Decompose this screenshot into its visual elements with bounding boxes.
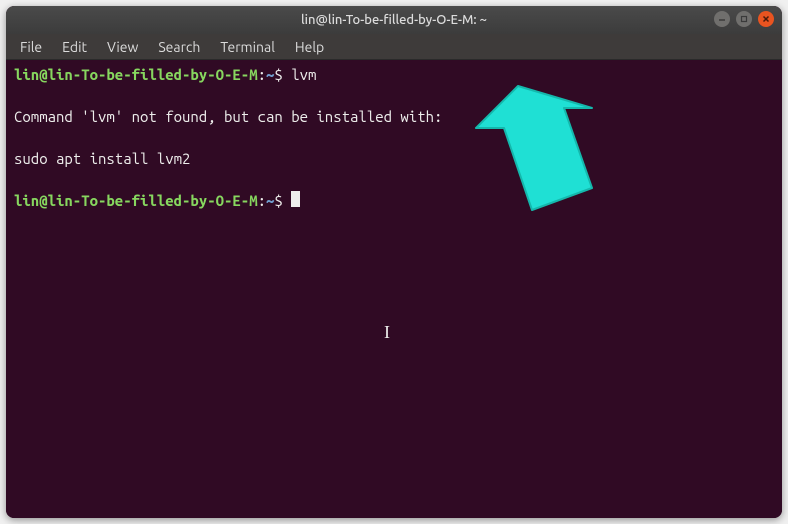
maximize-icon xyxy=(739,14,749,24)
titlebar: lin@lin-To-be-filled-by-O-E-M: ~ xyxy=(6,6,782,34)
menubar: File Edit View Search Terminal Help xyxy=(6,34,782,60)
cursor-icon xyxy=(291,191,300,207)
window-controls xyxy=(714,11,774,27)
close-button[interactable] xyxy=(758,11,774,27)
maximize-button[interactable] xyxy=(736,11,752,27)
output-line-2: sudo apt install lvm2 xyxy=(14,148,774,169)
menu-view[interactable]: View xyxy=(97,35,148,59)
menu-edit[interactable]: Edit xyxy=(52,35,97,59)
minimize-button[interactable] xyxy=(714,11,730,27)
blank-line xyxy=(14,85,774,106)
window-title: lin@lin-To-be-filled-by-O-E-M: ~ xyxy=(301,13,487,27)
prompt-symbol: $ xyxy=(274,192,282,209)
prompt-user-host: lin@lin-To-be-filled-by-O-E-M xyxy=(14,192,258,209)
prompt-symbol: $ xyxy=(274,66,282,83)
menu-help[interactable]: Help xyxy=(285,35,334,59)
prompt-user-host: lin@lin-To-be-filled-by-O-E-M xyxy=(14,66,258,83)
output-line-1: Command 'lvm' not found, but can be inst… xyxy=(14,106,774,127)
menu-search[interactable]: Search xyxy=(148,35,210,59)
terminal-content[interactable]: lin@lin-To-be-filled-by-O-E-M:~$ lvm Com… xyxy=(6,60,782,518)
text-caret-icon: I xyxy=(384,322,390,343)
close-icon xyxy=(761,14,771,24)
prompt-line-2: lin@lin-To-be-filled-by-O-E-M:~$ xyxy=(14,190,774,211)
terminal-window: lin@lin-To-be-filled-by-O-E-M: ~ File Ed… xyxy=(6,6,782,518)
command-1: lvm xyxy=(291,66,316,83)
menu-terminal[interactable]: Terminal xyxy=(210,35,285,59)
blank-line xyxy=(14,169,774,190)
minimize-icon xyxy=(717,14,727,24)
blank-line xyxy=(14,127,774,148)
prompt-line-1: lin@lin-To-be-filled-by-O-E-M:~$ lvm xyxy=(14,64,774,85)
menu-file[interactable]: File xyxy=(10,35,52,59)
